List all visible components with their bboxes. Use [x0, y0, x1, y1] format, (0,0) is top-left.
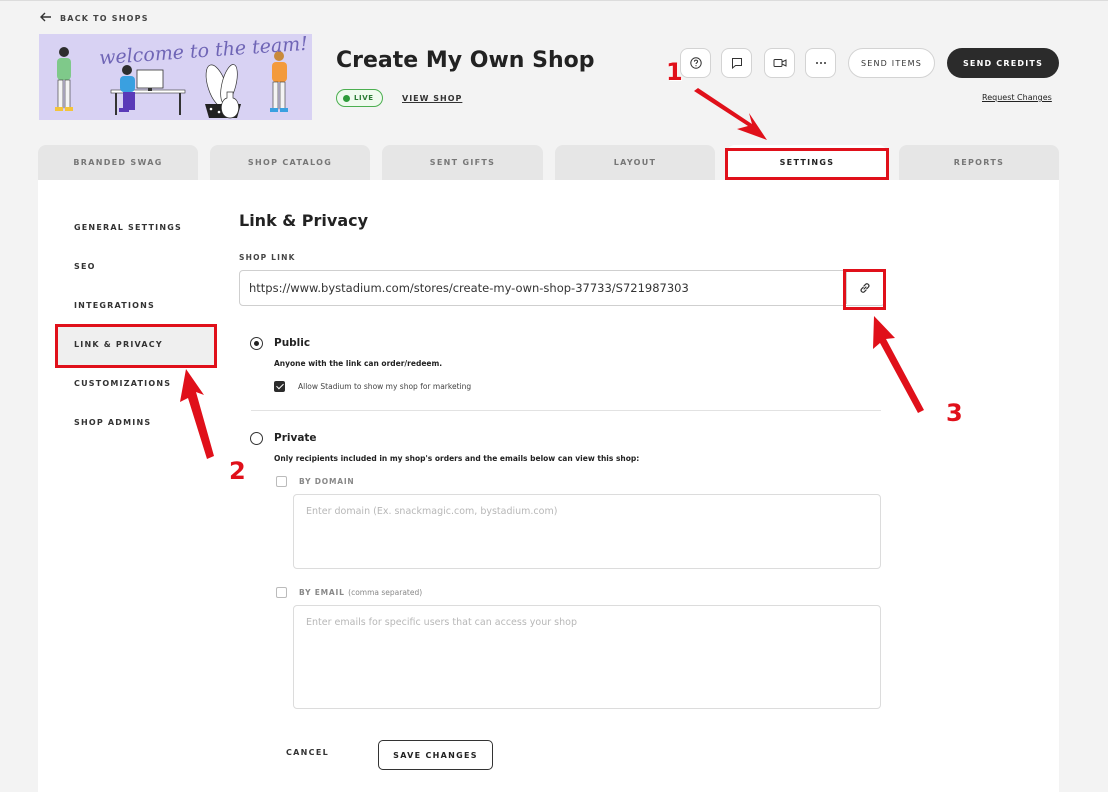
annotation-number-2: 2: [229, 457, 246, 485]
annotation-number-1: 1: [666, 58, 683, 86]
annotation-number-3: 3: [946, 399, 963, 427]
annotation-arrow-3: [873, 316, 924, 413]
annotation-arrow-2: [180, 369, 214, 459]
annotation-arrows: [180, 88, 924, 459]
annotation-arrow-1: [694, 88, 767, 140]
